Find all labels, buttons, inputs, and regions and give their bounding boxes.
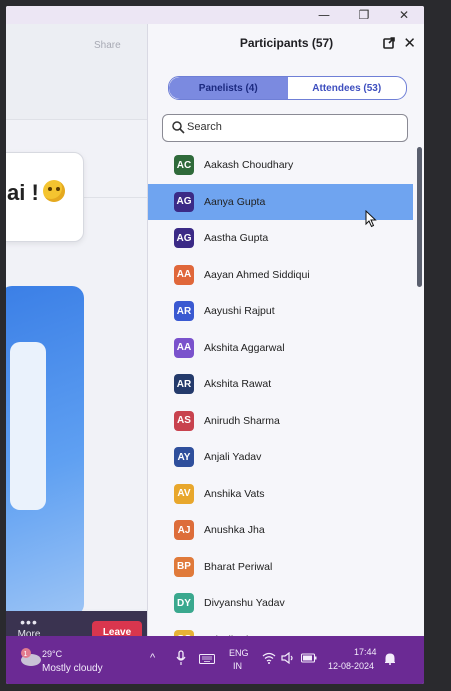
temperature: 29°C xyxy=(42,649,63,659)
search-icon xyxy=(172,121,185,134)
meeting-stage: Share ai ! ••• More Leave xyxy=(6,24,147,654)
close-window-button[interactable]: ✕ xyxy=(384,8,424,22)
avatar: AR xyxy=(174,301,194,322)
clock-date[interactable]: 12-08-2024 xyxy=(328,661,374,671)
share-hint[interactable]: Share xyxy=(94,40,121,51)
video-thumbnail xyxy=(10,342,46,510)
participant-name: Divyanshu Yadav xyxy=(204,597,285,610)
participant-name: Aakash Choudhary xyxy=(204,159,294,172)
weather-badge: 1 xyxy=(24,651,28,658)
cloud-weather-icon[interactable]: 1 xyxy=(18,646,42,668)
avatar: AR xyxy=(174,374,194,395)
list-scrollbar[interactable] xyxy=(417,147,422,287)
avatar: BP xyxy=(174,556,194,577)
participant-name: Anshika Vats xyxy=(204,487,265,500)
avatar: AJ xyxy=(174,520,194,541)
notification-bell-icon[interactable] xyxy=(384,652,396,665)
participant-name: Aayan Ahmed Siddiqui xyxy=(204,268,310,281)
participant-tabs: Panelists (4) Attendees (53) xyxy=(168,76,407,100)
search-input[interactable]: Search xyxy=(162,114,408,142)
avatar: AA xyxy=(174,264,194,285)
participant-row[interactable]: AC Aakash Choudhary xyxy=(148,147,413,184)
search-placeholder: Search xyxy=(187,121,222,133)
participant-row[interactable]: BP Bharat Periwal xyxy=(148,549,413,586)
taskbar: 1 29°C Mostly cloudy ^ ENG IN 17:44 12-0 xyxy=(6,636,424,684)
participant-name: Anjali Yadav xyxy=(204,451,262,464)
avatar: AC xyxy=(174,155,194,176)
wifi-icon[interactable] xyxy=(262,652,276,664)
participant-name: Anirudh Sharma xyxy=(204,414,280,427)
avatar: AS xyxy=(174,410,194,431)
keyboard-icon[interactable] xyxy=(199,654,215,664)
bubble-text: ai ! xyxy=(7,180,39,205)
clock-time[interactable]: 17:44 xyxy=(354,647,377,657)
participant-row[interactable]: AV Anshika Vats xyxy=(148,476,413,513)
panel-header: Participants (57) ✕ xyxy=(148,24,424,66)
participant-name: Aastha Gupta xyxy=(204,232,269,245)
avatar: AG xyxy=(174,191,194,212)
participant-name: Bharat Periwal xyxy=(204,560,273,573)
participant-row[interactable]: AA Akshita Aggarwal xyxy=(148,330,413,367)
tab-panelists[interactable]: Panelists (4) xyxy=(169,77,288,99)
thinking-emoji-icon xyxy=(43,180,65,202)
participant-row[interactable]: AY Anjali Yadav xyxy=(148,439,413,476)
participant-name: Akshita Aggarwal xyxy=(204,341,285,354)
participant-row[interactable]: AR Aayushi Rajput xyxy=(148,293,413,330)
region-indicator: IN xyxy=(233,661,242,671)
participants-panel: Participants (57) ✕ Panelists (4) Attend… xyxy=(147,24,424,650)
screen: — ❐ ✕ Share ai ! ••• More Leave Particip… xyxy=(6,6,424,684)
participant-name: Aayushi Rajput xyxy=(204,305,275,318)
microphone-icon[interactable] xyxy=(176,650,186,666)
participant-name: Anushka Jha xyxy=(204,524,265,537)
meeting-topbar: Share xyxy=(6,24,147,119)
popout-icon[interactable] xyxy=(383,37,395,49)
participant-row[interactable]: AS Anirudh Sharma xyxy=(148,403,413,440)
minimize-button[interactable]: — xyxy=(304,8,344,22)
more-dots-icon: ••• xyxy=(20,614,38,630)
avatar: DY xyxy=(174,593,194,614)
participant-row[interactable]: AJ Anushka Jha xyxy=(148,512,413,549)
window-titlebar: — ❐ ✕ xyxy=(6,6,424,24)
participant-row[interactable]: DY Divyanshu Yadav xyxy=(148,585,413,622)
participant-row[interactable]: AA Aayan Ahmed Siddiqui xyxy=(148,257,413,294)
battery-icon[interactable] xyxy=(301,653,317,663)
divider xyxy=(6,119,147,120)
reaction-bubble: ai ! xyxy=(6,152,84,242)
participant-name: Akshita Rawat xyxy=(204,378,272,391)
avatar: AA xyxy=(174,337,194,358)
close-panel-icon[interactable]: ✕ xyxy=(403,34,416,52)
chevron-up-icon[interactable]: ^ xyxy=(150,652,155,664)
participant-name: Aanya Gupta xyxy=(204,195,266,208)
avatar: AV xyxy=(174,483,194,504)
mouse-cursor-icon xyxy=(365,210,377,228)
tab-attendees[interactable]: Attendees (53) xyxy=(288,77,407,99)
maximize-button[interactable]: ❐ xyxy=(344,8,384,22)
weather-description: Mostly cloudy xyxy=(42,663,103,674)
avatar: AG xyxy=(174,228,194,249)
avatar: AY xyxy=(174,447,194,468)
language-indicator[interactable]: ENG xyxy=(229,648,249,658)
volume-icon[interactable] xyxy=(281,652,295,664)
participant-row[interactable]: AR Akshita Rawat xyxy=(148,366,413,403)
